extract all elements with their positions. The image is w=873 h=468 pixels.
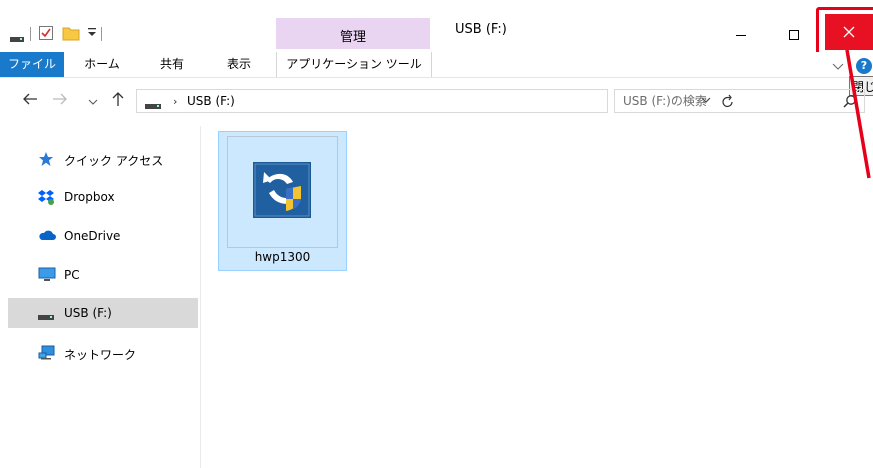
title-bar: 管理 USB (F:)	[0, 0, 873, 57]
back-arrow-icon	[23, 93, 37, 105]
annotation-arrow	[845, 50, 871, 179]
drive-icon	[145, 99, 161, 113]
nav-item-label: USB (F:)	[64, 306, 112, 320]
nav-item-label: クイック アクセス	[64, 154, 164, 168]
maximize-icon	[789, 29, 799, 40]
chevron-down-icon	[88, 99, 98, 105]
separator	[30, 27, 31, 41]
network-icon	[38, 345, 56, 364]
search-input[interactable]	[623, 92, 823, 110]
file-name: hwp1300	[254, 250, 311, 264]
tab-view[interactable]: 表示	[217, 52, 261, 77]
drive-icon	[38, 310, 54, 324]
manage-label: 管理	[339, 30, 366, 45]
expand-ribbon-icon[interactable]	[832, 60, 844, 74]
up-arrow-icon	[112, 92, 124, 106]
recent-locations-button[interactable]	[88, 96, 98, 110]
minimize-icon	[736, 34, 746, 36]
explorer-window: 管理 USB (F:) ファイル ホーム 共有 表示 アプリケーション ツール …	[0, 0, 873, 468]
tab-share[interactable]: 共有	[150, 52, 194, 77]
nav-item-dropbox[interactable]: Dropbox	[8, 182, 198, 212]
maximize-button[interactable]	[771, 18, 817, 51]
tab-application-tools[interactable]: アプリケーション ツール	[276, 52, 432, 77]
nav-item-label: ネットワーク	[64, 348, 137, 362]
tab-file[interactable]: ファイル	[0, 52, 64, 77]
nav-item-usb[interactable]: USB (F:)	[8, 298, 198, 328]
window-title: USB (F:)	[455, 22, 507, 37]
separator	[101, 27, 102, 41]
nav-item-label: Dropbox	[64, 190, 115, 204]
file-item[interactable]: hwp1300	[218, 131, 347, 271]
manage-tool-header: 管理	[276, 18, 430, 49]
qat-dropdown-icon[interactable]	[87, 26, 97, 41]
ribbon-tabs: ファイル ホーム 共有 表示 アプリケーション ツール	[0, 52, 873, 78]
nav-item-pc[interactable]: PC	[8, 260, 198, 290]
cloud-icon	[38, 228, 56, 245]
drive-icon	[10, 32, 24, 46]
address-bar[interactable]: › USB (F:)	[136, 89, 733, 113]
properties-icon[interactable]	[38, 25, 54, 44]
pc-icon	[38, 267, 56, 286]
dropbox-icon	[38, 189, 56, 208]
nav-item-onedrive[interactable]: OneDrive	[8, 221, 198, 251]
nav-item-quick-access[interactable]: クイック アクセス	[8, 144, 198, 174]
nav-item-label: PC	[64, 268, 80, 282]
nav-item-label: OneDrive	[64, 229, 121, 243]
minimize-button[interactable]	[718, 18, 764, 51]
installer-icon	[253, 162, 311, 221]
forward-button[interactable]	[52, 91, 68, 110]
breadcrumb-chevron-icon[interactable]: ›	[173, 95, 177, 108]
address-path[interactable]: USB (F:)	[187, 94, 235, 108]
navigation-row: › USB (F:)	[0, 84, 873, 120]
star-icon	[38, 151, 54, 170]
nav-item-network[interactable]: ネットワーク	[8, 338, 198, 368]
up-button[interactable]	[110, 91, 126, 110]
back-button[interactable]	[22, 91, 38, 110]
navigation-pane: クイック アクセス Dropbox OneDrive PC USB (F:) ネ…	[8, 126, 201, 468]
search-box[interactable]	[614, 89, 865, 113]
new-folder-icon[interactable]	[62, 25, 80, 44]
tab-home[interactable]: ホーム	[80, 52, 124, 77]
forward-arrow-icon	[53, 93, 67, 105]
